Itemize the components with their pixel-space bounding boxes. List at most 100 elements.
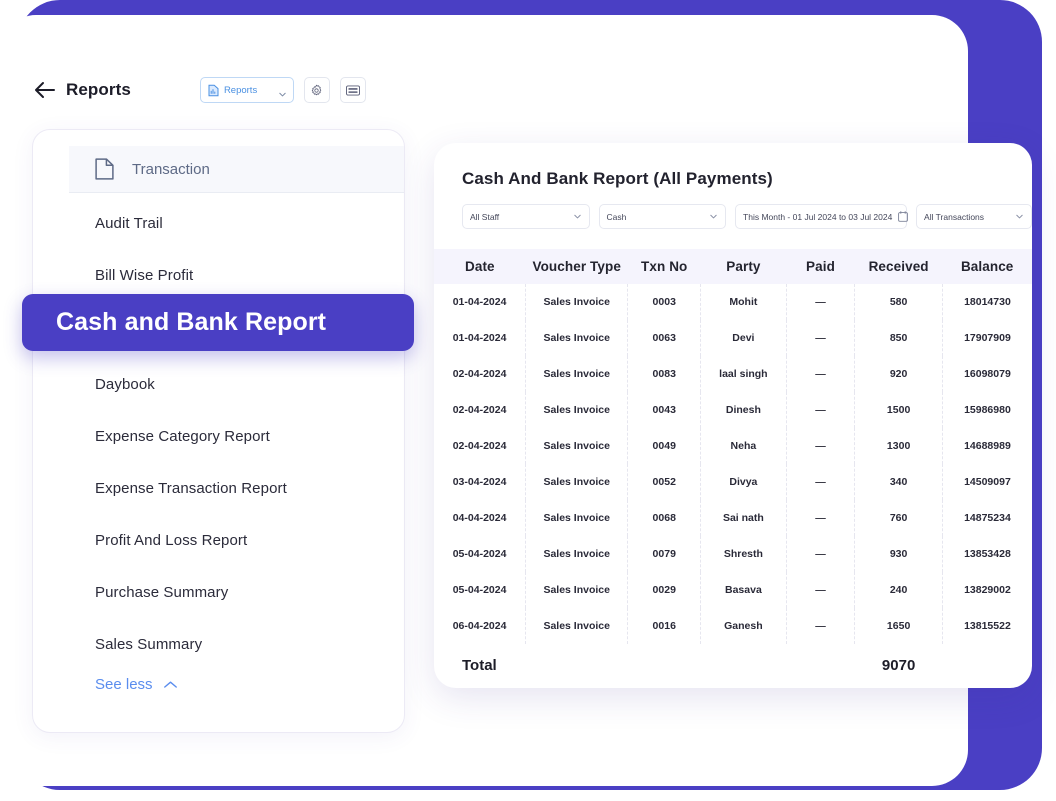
cell-date: 03-04-2024 <box>434 464 526 500</box>
keyboard-icon <box>346 85 360 96</box>
sidebar-item-audit-trail[interactable]: Audit Trail <box>95 197 404 249</box>
sidebar-item-expense-category-report[interactable]: Expense Category Report <box>95 410 404 462</box>
sidebar-item-cash-and-bank-report[interactable]: Cash and Bank Report <box>22 294 414 351</box>
reports-list-card: Transaction Audit Trail Bill Wise Profit… <box>32 129 405 733</box>
report-table: Date Voucher Type Txn No Party Paid Rece… <box>434 249 1032 684</box>
total-spacer-4 <box>786 644 855 684</box>
cell-voucher-type: Sales Invoice <box>526 500 628 536</box>
sidebar-item-label: Audit Trail <box>95 215 163 232</box>
table-row[interactable]: 04-04-2024Sales Invoice0068Sai nath—7601… <box>434 500 1032 536</box>
keyboard-button[interactable] <box>340 77 366 103</box>
file-icon <box>95 158 114 180</box>
cell-party: Divya <box>701 464 786 500</box>
cell-party: Sai nath <box>701 500 786 536</box>
arrow-left-icon[interactable] <box>34 79 56 101</box>
sidebar-item-purchase-summary[interactable]: Purchase Summary <box>95 566 404 618</box>
column-header-received[interactable]: Received <box>855 249 943 284</box>
column-header-voucher-type[interactable]: Voucher Type <box>526 249 628 284</box>
cell-date: 01-04-2024 <box>434 320 526 356</box>
sidebar-item-label: Expense Transaction Report <box>95 480 287 497</box>
cell-received: 340 <box>855 464 943 500</box>
cell-balance: 14688989 <box>942 428 1032 464</box>
reports-dropdown-label: Reports <box>224 85 273 96</box>
table-row[interactable]: 05-04-2024Sales Invoice0029Basava—240138… <box>434 572 1032 608</box>
reports-list-inner: Transaction Audit Trail Bill Wise Profit… <box>69 146 404 732</box>
cell-txn-no: 0049 <box>628 428 701 464</box>
cell-party: laal singh <box>701 356 786 392</box>
cell-date: 04-04-2024 <box>434 500 526 536</box>
sidebar-item-label: Purchase Summary <box>95 584 228 601</box>
table-row[interactable]: 02-04-2024Sales Invoice0049Neha—13001468… <box>434 428 1032 464</box>
cell-date: 06-04-2024 <box>434 608 526 644</box>
payment-mode-filter-select[interactable]: Cash <box>599 204 727 229</box>
see-less-label: See less <box>95 676 153 693</box>
sidebar-item-daybook[interactable]: Daybook <box>95 358 404 410</box>
cell-paid: — <box>786 608 855 644</box>
transaction-type-filter-select[interactable]: All Transactions <box>916 204 1032 229</box>
cell-date: 02-04-2024 <box>434 356 526 392</box>
column-header-party[interactable]: Party <box>701 249 786 284</box>
sidebar-item-profit-and-loss-report[interactable]: Profit And Loss Report <box>95 514 404 566</box>
table-total-row: Total9070 <box>434 644 1032 684</box>
cell-txn-no: 0043 <box>628 392 701 428</box>
staff-filter-select[interactable]: All Staff <box>462 204 590 229</box>
sidebar-item-sales-summary[interactable]: Sales Summary <box>95 618 404 670</box>
table-row[interactable]: 03-04-2024Sales Invoice0052Divya—3401450… <box>434 464 1032 500</box>
sidebar-item-label: Cash and Bank Report <box>56 308 326 337</box>
total-spacer-3 <box>701 644 786 684</box>
reports-dropdown[interactable]: Reports <box>200 77 294 103</box>
table-row[interactable]: 01-04-2024Sales Invoice0063Devi—85017907… <box>434 320 1032 356</box>
cell-balance: 13853428 <box>942 536 1032 572</box>
chevron-down-icon <box>1015 212 1024 221</box>
sidebar-item-label: Bill Wise Profit <box>95 267 193 284</box>
cell-paid: — <box>786 428 855 464</box>
table-row[interactable]: 01-04-2024Sales Invoice0003Mohit—5801801… <box>434 284 1032 320</box>
sidebar-item-label: Profit And Loss Report <box>95 532 247 549</box>
cell-paid: — <box>786 500 855 536</box>
total-spacer-2 <box>628 644 701 684</box>
cell-voucher-type: Sales Invoice <box>526 608 628 644</box>
cell-party: Shresth <box>701 536 786 572</box>
cell-voucher-type: Sales Invoice <box>526 536 628 572</box>
report-table-body: 01-04-2024Sales Invoice0003Mohit—5801801… <box>434 284 1032 684</box>
report-doc-icon <box>208 84 219 97</box>
column-header-paid[interactable]: Paid <box>786 249 855 284</box>
table-row[interactable]: 02-04-2024Sales Invoice0083laal singh—92… <box>434 356 1032 392</box>
cell-balance: 17907909 <box>942 320 1032 356</box>
cell-paid: — <box>786 572 855 608</box>
cell-balance: 13829002 <box>942 572 1032 608</box>
cell-voucher-type: Sales Invoice <box>526 320 628 356</box>
column-header-txn-no[interactable]: Txn No <box>628 249 701 284</box>
screenshot-stage: Reports Reports <box>0 0 1056 801</box>
settings-button[interactable] <box>304 77 330 103</box>
table-row[interactable]: 02-04-2024Sales Invoice0043Dinesh—150015… <box>434 392 1032 428</box>
cell-balance: 15986980 <box>942 392 1032 428</box>
cell-date: 01-04-2024 <box>434 284 526 320</box>
cell-paid: — <box>786 464 855 500</box>
cell-txn-no: 0029 <box>628 572 701 608</box>
report-panel: Cash And Bank Report (All Payments) All … <box>434 143 1032 688</box>
cell-received: 920 <box>855 356 943 392</box>
table-row[interactable]: 05-04-2024Sales Invoice0079Shresth—93013… <box>434 536 1032 572</box>
cell-party: Dinesh <box>701 392 786 428</box>
chevron-down-icon <box>709 212 718 221</box>
cell-date: 05-04-2024 <box>434 572 526 608</box>
cell-txn-no: 0068 <box>628 500 701 536</box>
cell-party: Mohit <box>701 284 786 320</box>
cell-received: 240 <box>855 572 943 608</box>
cell-txn-no: 0063 <box>628 320 701 356</box>
total-spacer-1 <box>526 644 628 684</box>
sidebar-item-expense-transaction-report[interactable]: Expense Transaction Report <box>95 462 404 514</box>
see-less-link[interactable]: See less <box>69 676 404 693</box>
table-row[interactable]: 06-04-2024Sales Invoice0016Ganesh—165013… <box>434 608 1032 644</box>
date-range-filter[interactable]: This Month - 01 Jul 2024 to 03 Jul 2024 <box>735 204 907 229</box>
column-header-date[interactable]: Date <box>434 249 526 284</box>
cell-received: 850 <box>855 320 943 356</box>
column-header-balance[interactable]: Balance <box>942 249 1032 284</box>
cell-paid: — <box>786 392 855 428</box>
cell-txn-no: 0083 <box>628 356 701 392</box>
cell-received: 1300 <box>855 428 943 464</box>
date-range-filter-value: This Month - 01 Jul 2024 to 03 Jul 2024 <box>743 212 892 222</box>
sidebar-section-transaction[interactable]: Transaction <box>69 146 404 193</box>
cell-txn-no: 0052 <box>628 464 701 500</box>
